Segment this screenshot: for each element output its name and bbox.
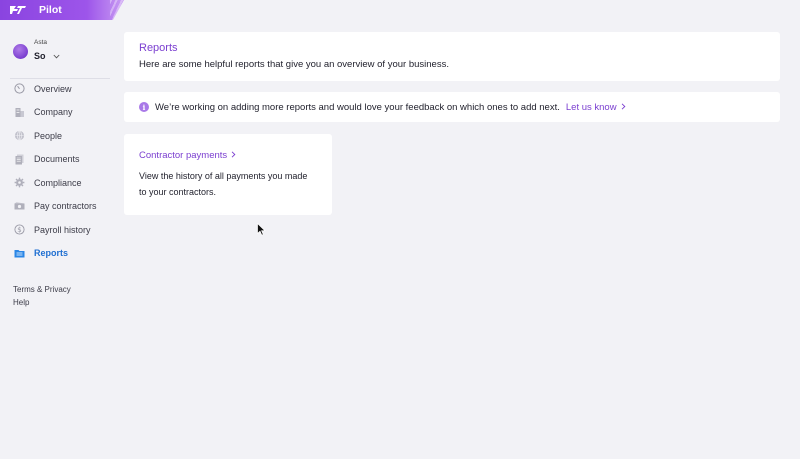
report-title-link[interactable]: Contractor payments: [139, 150, 317, 161]
app-root: Pilot Asta So Overview Company People Do…: [0, 0, 800, 459]
report-card-contractor-payments[interactable]: Contractor payments View the history of …: [124, 134, 332, 215]
sidebar-item-label: People: [34, 130, 63, 141]
gauge-icon: [14, 83, 25, 94]
page-header-card: Reports Here are some helpful reports th…: [124, 32, 780, 81]
feedback-banner: i We’re working on adding more reports a…: [124, 92, 780, 122]
account-name: So: [34, 50, 46, 61]
money-icon: [14, 201, 25, 212]
banner-link-label: Let us know: [565, 101, 617, 113]
folder-icon: [14, 248, 25, 259]
sidebar-item-label: Pay contractors: [34, 201, 97, 212]
pilot-logo-icon: [9, 4, 27, 16]
sidebar-item-label: Documents: [34, 154, 80, 165]
sidebar-item-payroll-history[interactable]: $ Payroll history: [14, 218, 97, 242]
sidebar: Asta So Overview Company People Document…: [0, 20, 116, 459]
svg-text:$: $: [17, 226, 21, 234]
sidebar-item-label: Overview: [34, 83, 72, 94]
chevron-down-icon: [53, 47, 60, 63]
sidebar-item-label: Compliance: [34, 177, 82, 188]
report-description: View the history of all payments you mad…: [139, 171, 308, 197]
sidebar-footer: Terms & Privacy Help: [13, 283, 71, 309]
sidebar-item-label: Reports: [34, 248, 69, 259]
sidebar-item-compliance[interactable]: Compliance: [14, 171, 97, 195]
brand-bar[interactable]: Pilot: [0, 0, 124, 20]
mouse-cursor-icon: [257, 222, 266, 241]
sidebar-item-pay-contractors[interactable]: Pay contractors: [14, 195, 97, 219]
document-icon: [14, 154, 25, 165]
sidebar-item-company[interactable]: Company: [14, 101, 97, 125]
sidebar-item-reports[interactable]: Reports: [14, 242, 97, 266]
terms-privacy-link[interactable]: Terms & Privacy: [13, 283, 71, 296]
account-text: Asta So: [34, 39, 60, 63]
info-icon: i: [139, 102, 149, 112]
avatar: [13, 43, 28, 59]
account-switcher[interactable]: Asta So: [13, 39, 60, 63]
chevron-right-icon: [231, 150, 236, 161]
globe-icon: [14, 130, 25, 141]
brand-decoration: [110, 0, 124, 20]
gear-icon: [14, 177, 25, 188]
banner-text: We’re working on adding more reports and…: [155, 101, 560, 113]
sidebar-item-overview[interactable]: Overview: [14, 77, 97, 101]
sidebar-nav: Overview Company People Documents Compli…: [14, 77, 97, 265]
sidebar-item-people[interactable]: People: [14, 124, 97, 148]
chevron-right-icon: [621, 102, 626, 113]
sidebar-item-label: Company: [34, 107, 73, 118]
report-title: Contractor payments: [139, 150, 228, 161]
let-us-know-link[interactable]: Let us know: [566, 102, 626, 113]
sidebar-item-documents[interactable]: Documents: [14, 148, 97, 172]
page-subtitle: Here are some helpful reports that give …: [139, 59, 449, 70]
page-title: Reports: [139, 42, 178, 54]
building-icon: [14, 107, 25, 118]
brand-name: Pilot: [39, 4, 62, 16]
dollar-circle-icon: $: [14, 224, 25, 235]
help-link[interactable]: Help: [13, 296, 71, 309]
sidebar-item-label: Payroll history: [34, 224, 91, 235]
